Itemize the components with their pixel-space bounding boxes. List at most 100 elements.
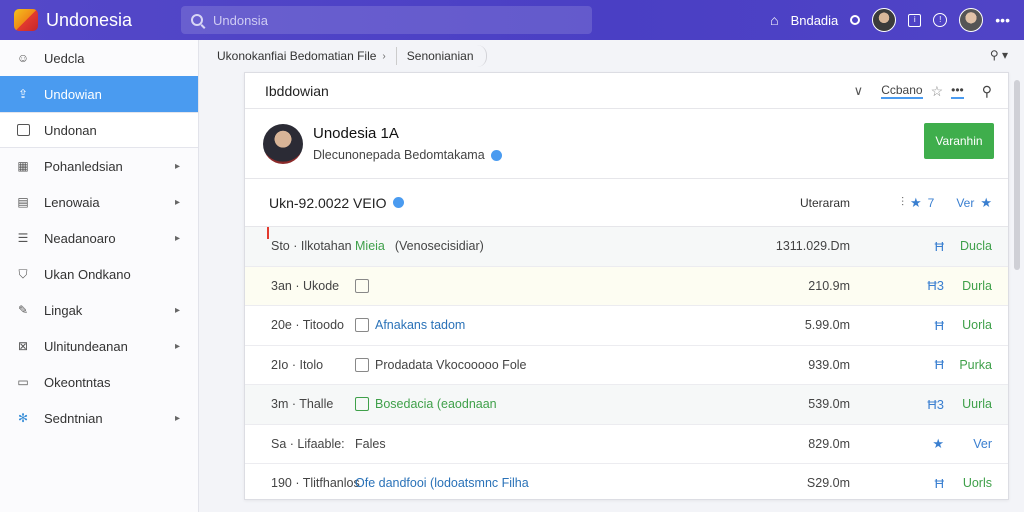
row-status[interactable]: Durla — [962, 279, 992, 293]
table-row[interactable]: 20e · Titoodo Afnakans tadom 5.99.0m Ħ U… — [245, 306, 1008, 346]
row-status[interactable]: Uorla — [962, 318, 992, 332]
home-icon[interactable]: ⌂ — [770, 13, 778, 27]
chevron-right-icon: ▸ — [174, 160, 180, 172]
star-icon[interactable]: ★ — [932, 436, 944, 452]
settings-icon: ✻ — [17, 411, 29, 425]
star-icon[interactable]: ★ — [980, 195, 992, 211]
sidebar-item-ukan-ondkano[interactable]: ⛉ Ukan Ondkano — [0, 256, 198, 292]
star-icon[interactable]: ★ — [910, 195, 922, 211]
row-name: Afnakans tadom — [355, 318, 465, 333]
row-action-icon[interactable]: Ħ — [935, 357, 944, 372]
chevron-right-icon: ▸ — [174, 232, 180, 244]
user-avatar[interactable] — [959, 8, 984, 32]
row-action-icon[interactable]: Ħ — [935, 476, 944, 491]
row-status[interactable]: Ducla — [960, 239, 992, 253]
chevron-down-icon[interactable]: › — [382, 51, 385, 62]
more-icon[interactable]: ••• — [951, 83, 964, 99]
document-icon: ▤ — [17, 195, 29, 209]
breadcrumb: Ukonokanfiai Bedomatian File › Senoniani… — [200, 40, 1024, 72]
sidebar-item-label: Ukan Ondkano — [44, 266, 131, 282]
row-id: Sto · Ilkotahan — [271, 239, 352, 254]
row-status[interactable]: Uorls — [963, 476, 992, 490]
row-size: 1311.029.Dm — [775, 239, 850, 254]
sidebar-item-label: Okeontntas — [44, 374, 111, 390]
scrollbar-thumb[interactable] — [1014, 80, 1020, 270]
sidebar-item-lenowaia[interactable]: ▤ Lenowaia ▸ — [0, 184, 198, 220]
row-status[interactable]: Purka — [959, 358, 992, 372]
verified-icon — [490, 149, 502, 161]
search-icon — [191, 14, 203, 26]
row-action-icon[interactable]: Ħ3 — [927, 397, 944, 412]
chevron-down-icon[interactable]: ∨ — [854, 83, 864, 99]
status-ring-icon[interactable] — [850, 15, 861, 25]
app-name: Undonesia — [46, 9, 133, 30]
section-title: Ukn-92.0022 VEIO — [269, 194, 387, 211]
row-id: 3an · Ukode — [271, 278, 340, 293]
table-row[interactable]: Sto · Ilkotahan Mieia (Venosecisidiar) 1… — [245, 227, 1008, 267]
table-row[interactable]: 3an · Ukode 210.9m Ħ3 Durla — [245, 266, 1008, 306]
row-status[interactable]: Ver — [973, 437, 992, 451]
avatar — [263, 123, 303, 164]
close-box-icon: ⊠ — [17, 339, 29, 353]
sidebar-item-lingak[interactable]: ✎ Lingak ▸ — [0, 292, 198, 328]
breadcrumb-main[interactable]: Ukonokanfiai Bedomatian File — [217, 49, 376, 63]
sidebar-item-uedcla[interactable]: ☺ Uedcla — [0, 40, 198, 76]
breadcrumb-tab[interactable]: Senonianian — [407, 45, 487, 67]
sidebar-item-label: Uedcla — [44, 50, 85, 66]
file-icon — [355, 318, 369, 333]
app-logo — [14, 9, 38, 31]
row-action-icon[interactable]: Ħ — [935, 239, 944, 254]
row-name: Ofe dandfooi (lodoatsmnc Filha — [355, 476, 529, 490]
notification-icon[interactable]: ! — [933, 13, 948, 27]
pencil-icon: ✎ — [17, 303, 29, 317]
row-id: 20e · Titoodo — [271, 318, 344, 333]
row-name: Mieia (Venosecisidiar) — [355, 239, 484, 253]
shield-icon: ⛉ — [18, 266, 28, 281]
sidebar-item-sedntnian[interactable]: ✻ Sedntnian ▸ — [0, 400, 198, 436]
table-row[interactable]: 190 · Tlitfhanlos Ofe dandfooi (lodoatsm… — [245, 464, 1008, 499]
user-name[interactable]: Bndadia — [791, 13, 839, 28]
sidebar-item-label: Ulnitundeanan — [44, 338, 128, 354]
table-row[interactable]: 3m · Thalle Bosedacia (eaodnaan 539.0m Ħ… — [245, 385, 1008, 425]
sidebar: ☺ Uedcla ⇪ Undowian Undonan ▦ Pohanledsi… — [0, 40, 199, 512]
search-icon[interactable]: ⚲ ▾ — [990, 48, 1008, 62]
row-size: 829.0m — [808, 436, 850, 451]
avatar[interactable] — [872, 8, 897, 32]
sidebar-item-okeontntas[interactable]: ▭ Okeontntas — [0, 364, 198, 400]
sidebar-item-ulnitundeanan[interactable]: ⊠ Ulnitundeanan ▸ — [0, 328, 198, 364]
table-row[interactable]: 2Io · Itolo Prodadata Vkocooooo Fole 939… — [245, 346, 1008, 385]
primary-button[interactable]: Varanhin — [924, 123, 994, 159]
scrollbar[interactable] — [1014, 72, 1022, 512]
sidebar-item-pohanledsian[interactable]: ▦ Pohanledsian ▸ — [0, 148, 198, 184]
tool-label[interactable]: Ccbano — [881, 83, 923, 99]
row-status[interactable]: Uurla — [962, 397, 992, 411]
star-icon[interactable]: ☆ — [931, 83, 944, 100]
info-icon — [392, 197, 404, 208]
clipboard-icon: ▭ — [17, 375, 29, 389]
sidebar-item-undowian[interactable]: ⇪ Undowian — [0, 76, 198, 112]
profile-card: Unodesia 1A Dlecunonepada Bedomtakama Va… — [245, 109, 1008, 179]
filter-icon[interactable]: ⫶ — [901, 195, 904, 210]
sidebar-item-label: Undowian — [44, 86, 102, 102]
more-icon[interactable]: ••• — [995, 13, 1010, 27]
chart-icon — [16, 123, 30, 137]
search-bar[interactable] — [181, 6, 592, 34]
row-action-icon[interactable]: Ħ — [935, 318, 944, 333]
section-header: Ukn-92.0022 VEIO Uteraram ⫶ ★ 7 Ver ★ — [245, 179, 1008, 227]
row-size: S29.0m — [806, 476, 850, 491]
search-input[interactable] — [213, 12, 583, 28]
list-icon: ☰ — [17, 231, 29, 245]
bookmark-icon[interactable]: i — [908, 13, 922, 27]
row-desc: Fales — [355, 436, 386, 451]
table-row[interactable]: Sa · Lifaable: Fales 829.0m ★ Ver — [245, 425, 1008, 464]
sidebar-item-neadanoaro[interactable]: ☰ Neadanoaro ▸ — [0, 220, 198, 256]
search-icon[interactable]: ⚲ — [982, 83, 992, 100]
upload-icon: ⇪ — [17, 87, 29, 101]
brand[interactable]: Undonesia — [0, 9, 181, 31]
row-size: 210.9m — [808, 278, 850, 293]
row-action-icon[interactable]: Ħ3 — [927, 278, 944, 293]
sidebar-item-undonan[interactable]: Undonan — [0, 112, 198, 148]
column-header[interactable]: Uteraram — [800, 196, 850, 210]
ver-label[interactable]: Ver — [956, 196, 974, 210]
file-icon — [355, 397, 369, 412]
